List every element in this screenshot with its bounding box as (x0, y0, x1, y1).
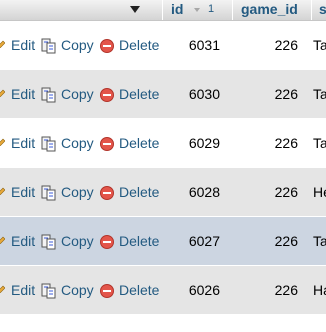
table-row[interactable]: Edit Copy Delete 6029 226 Ta (0, 119, 326, 168)
next-column-cell[interactable]: Ta (313, 37, 326, 53)
copy-icon[interactable] (41, 283, 57, 299)
id-column-label[interactable]: id (171, 1, 183, 17)
delete-link[interactable]: Delete (119, 37, 159, 53)
id-cell[interactable]: 6030 (170, 86, 220, 102)
pencil-icon[interactable] (0, 186, 5, 195)
game-id-cell[interactable]: 226 (240, 184, 298, 200)
column-options-caret-icon[interactable] (130, 6, 140, 13)
id-cell[interactable]: 6031 (170, 37, 220, 53)
edit-link[interactable]: Edit (11, 233, 35, 249)
copy-icon[interactable] (41, 185, 57, 201)
pencil-icon[interactable] (0, 284, 5, 293)
edit-link[interactable]: Edit (11, 184, 35, 200)
delete-icon[interactable] (100, 284, 114, 298)
next-column-cell[interactable]: Ta (313, 135, 326, 151)
game-id-cell[interactable]: 226 (240, 86, 298, 102)
copy-icon[interactable] (41, 38, 57, 54)
table-row[interactable]: Edit Copy Delete 6027 226 Ta (0, 217, 326, 266)
copy-icon[interactable] (41, 87, 57, 103)
copy-icon[interactable] (41, 136, 57, 152)
copy-icon[interactable] (41, 234, 57, 250)
copy-link[interactable]: Copy (61, 37, 94, 53)
edit-link[interactable]: Edit (11, 282, 35, 298)
sort-descending-icon[interactable] (194, 8, 200, 12)
delete-icon[interactable] (100, 235, 114, 249)
game-id-cell[interactable]: 226 (240, 135, 298, 151)
id-cell[interactable]: 6028 (170, 184, 220, 200)
id-cell[interactable]: 6027 (170, 233, 220, 249)
edit-link[interactable]: Edit (11, 135, 35, 151)
edit-link[interactable]: Edit (11, 86, 35, 102)
delete-link[interactable]: Delete (119, 135, 159, 151)
next-column-cell[interactable]: Ta (313, 86, 326, 102)
delete-icon[interactable] (100, 186, 114, 200)
game-id-cell[interactable]: 226 (240, 233, 298, 249)
table-row[interactable]: Edit Copy Delete 6031 226 Ta (0, 21, 326, 70)
copy-link[interactable]: Copy (61, 184, 94, 200)
edit-link[interactable]: Edit (11, 37, 35, 53)
pencil-icon[interactable] (0, 88, 5, 97)
delete-link[interactable]: Delete (119, 86, 159, 102)
delete-icon[interactable] (100, 88, 114, 102)
delete-link[interactable]: Delete (119, 282, 159, 298)
copy-link[interactable]: Copy (61, 233, 94, 249)
table-header: id 1 game_id s (0, 0, 326, 21)
next-column-cell[interactable]: Ta (313, 233, 326, 249)
copy-link[interactable]: Copy (61, 86, 94, 102)
delete-link[interactable]: Delete (119, 184, 159, 200)
delete-icon[interactable] (100, 137, 114, 151)
game-id-column-label[interactable]: game_id (241, 1, 298, 17)
sort-order-number: 1 (208, 3, 215, 15)
game-id-cell[interactable]: 226 (240, 282, 298, 298)
table-row[interactable]: Edit Copy Delete 6026 226 Ha (0, 266, 326, 315)
next-column-label[interactable]: s (319, 1, 326, 17)
table-row[interactable]: Edit Copy Delete 6030 226 Ta (0, 70, 326, 119)
game-id-cell[interactable]: 226 (240, 37, 298, 53)
results-table: id 1 game_id s Edit Copy Delete 6031 226… (0, 0, 326, 332)
id-cell[interactable]: 6026 (170, 282, 220, 298)
actions-column-header (0, 0, 162, 20)
next-column-cell[interactable]: He (313, 184, 326, 200)
id-cell[interactable]: 6029 (170, 135, 220, 151)
copy-link[interactable]: Copy (61, 135, 94, 151)
delete-icon[interactable] (100, 39, 114, 53)
pencil-icon[interactable] (0, 137, 5, 146)
pencil-icon[interactable] (0, 39, 5, 48)
table-row[interactable]: Edit Copy Delete 6028 226 He (0, 168, 326, 217)
delete-link[interactable]: Delete (119, 233, 159, 249)
copy-link[interactable]: Copy (61, 282, 94, 298)
pencil-icon[interactable] (0, 235, 5, 244)
next-column-cell[interactable]: Ha (313, 282, 326, 298)
